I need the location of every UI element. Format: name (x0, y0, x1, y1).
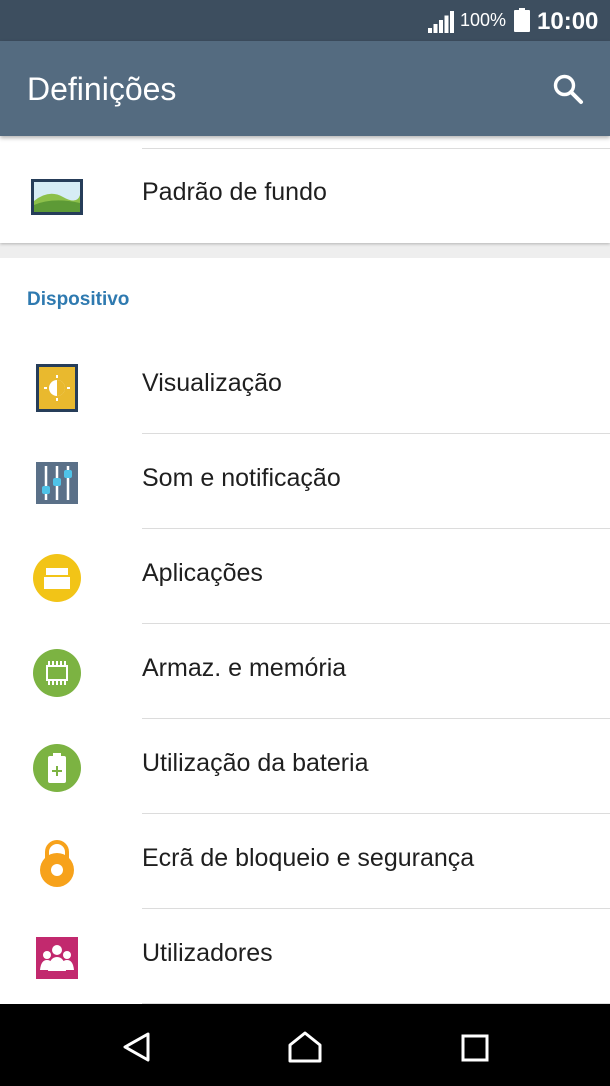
storage-chip-icon (33, 649, 81, 697)
personalization-card: Padrão de fundo (0, 136, 610, 243)
settings-item-label: Utilização da bateria (142, 749, 369, 777)
back-icon[interactable] (120, 1031, 152, 1063)
settings-item-label: Padrão de fundo (142, 178, 327, 206)
settings-item-label: Armaz. e memória (142, 654, 347, 682)
settings-item-label: Utilizadores (142, 939, 273, 967)
display-icon (36, 364, 78, 412)
apps-icon (33, 554, 81, 602)
home-icon[interactable] (287, 1030, 323, 1064)
settings-item-sound[interactable]: Som e notificação (0, 434, 610, 529)
settings-item-label: Aplicações (142, 559, 263, 587)
settings-item-display[interactable]: Visualização (0, 339, 610, 434)
battery-percent: 100% (460, 10, 507, 30)
page-title: Definições (27, 71, 177, 107)
device-section: Dispositivo Visualização Som e notificaç… (0, 258, 610, 1004)
settings-item-battery[interactable]: Utilização da bateria (0, 719, 610, 814)
settings-item-label: Som e notificação (142, 464, 341, 492)
settings-item-lock-screen[interactable]: Ecrã de bloqueio e segurança (0, 814, 610, 909)
wallpaper-icon (31, 179, 83, 215)
section-header: Dispositivo (27, 289, 130, 310)
settings-item-storage[interactable]: Armaz. e memória (0, 624, 610, 719)
settings-item-apps[interactable]: Aplicações (0, 529, 610, 624)
users-icon (36, 937, 78, 979)
settings-item-label: Ecrã de bloqueio e segurança (142, 844, 475, 872)
status-bar: 100% 10:00 (0, 0, 610, 41)
lock-icon (40, 840, 74, 887)
app-bar: Definições (0, 41, 610, 136)
settings-item-users[interactable]: Utilizadores (0, 909, 610, 1004)
settings-item-wallpaper[interactable]: Padrão de fundo (0, 148, 610, 243)
battery-status-icon (514, 8, 530, 32)
sound-sliders-icon (36, 462, 78, 504)
search-icon[interactable] (552, 73, 584, 105)
settings-item-label: Visualização (142, 369, 282, 397)
signal-icon (428, 11, 454, 33)
navigation-bar (0, 1004, 610, 1086)
clock: 10:00 (537, 8, 599, 35)
battery-icon (33, 744, 81, 792)
recents-icon[interactable] (461, 1034, 489, 1062)
